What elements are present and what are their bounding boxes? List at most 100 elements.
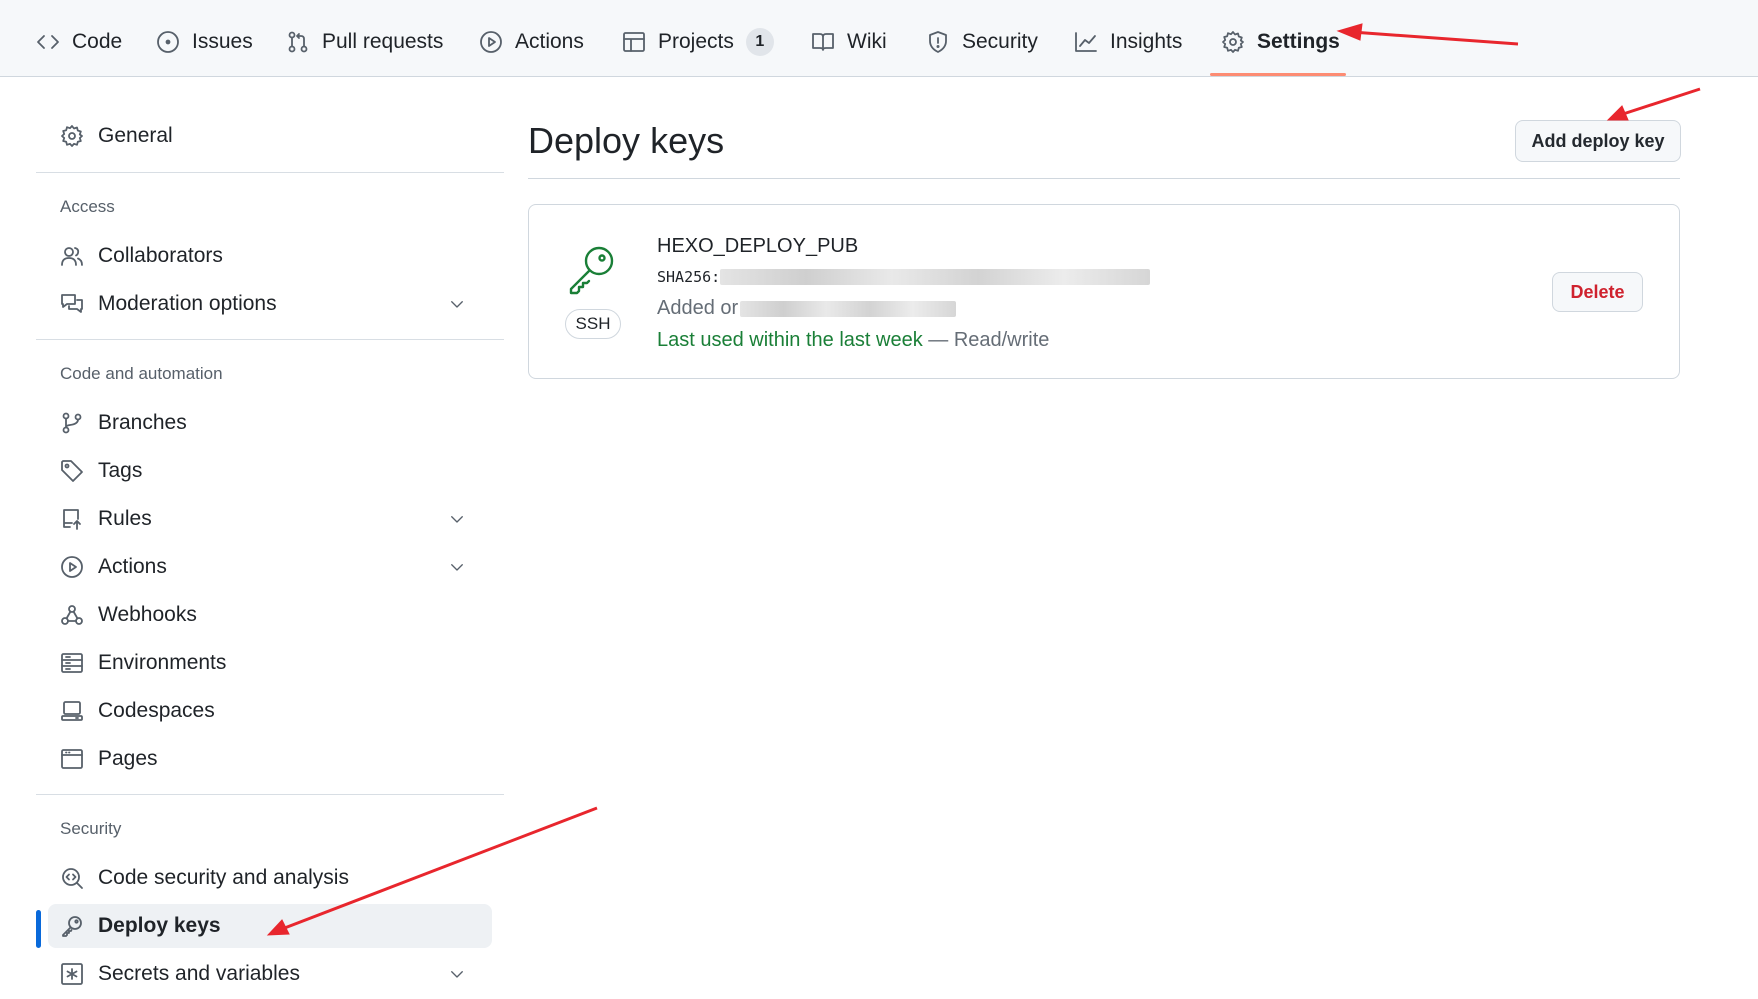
- sidebar-item-collaborators[interactable]: Collaborators: [36, 234, 492, 278]
- tag-icon: [61, 460, 83, 482]
- last-used-text: Last used within the last week: [657, 329, 923, 351]
- tab-settings[interactable]: Settings: [1221, 22, 1340, 62]
- tab-label: Issues: [192, 30, 253, 53]
- git-pull-request-icon: [288, 31, 308, 53]
- redacted-fingerprint: [720, 269, 1151, 285]
- key-fingerprint: SHA256:: [657, 268, 1151, 286]
- tab-wiki[interactable]: Wiki: [811, 22, 887, 62]
- sidebar-item-label: Code security and analysis: [98, 866, 349, 889]
- issue-opened-icon: [157, 31, 179, 53]
- fingerprint-label: SHA256:: [657, 268, 721, 286]
- tab-code[interactable]: Code: [36, 22, 122, 62]
- repo-push-icon: [63, 509, 81, 530]
- sidebar-item-moderation-options[interactable]: Moderation options: [36, 282, 492, 326]
- sidebar-item-code-security[interactable]: Code security and analysis: [36, 856, 492, 900]
- key-icon: [62, 916, 82, 937]
- sidebar-item-label: Environments: [98, 651, 227, 674]
- key-usage-info: Last used within the last week — Read/wr…: [657, 329, 1049, 352]
- selected-indicator: [36, 910, 41, 948]
- sidebar-divider: [36, 339, 504, 340]
- sidebar-heading-access: Access: [60, 197, 115, 216]
- key-type-badge: SSH: [565, 309, 621, 339]
- chevron-down-icon[interactable]: [448, 295, 466, 313]
- add-deploy-key-button[interactable]: Add deploy key: [1515, 120, 1681, 162]
- tab-actions[interactable]: Actions: [479, 22, 584, 62]
- delete-key-button[interactable]: Delete: [1552, 272, 1643, 312]
- sidebar-item-branches[interactable]: Branches: [36, 401, 492, 445]
- sidebar-item-general[interactable]: General: [36, 114, 492, 158]
- sidebar-item-label: Webhooks: [98, 603, 197, 626]
- redacted-added-info: [740, 300, 957, 317]
- key-added-info: Added or: [657, 297, 957, 320]
- sidebar-item-actions[interactable]: Actions: [36, 545, 492, 589]
- codescan-icon: [62, 868, 83, 889]
- access-level-text: — Read/write: [922, 329, 1050, 351]
- page-title: Deploy keys: [528, 120, 725, 161]
- sidebar-item-label: Codespaces: [98, 699, 215, 722]
- tab-projects[interactable]: Projects 1: [622, 22, 774, 62]
- sidebar-item-label: Actions: [98, 555, 167, 578]
- tab-issues[interactable]: Issues: [156, 22, 253, 62]
- sidebar-item-label: General: [98, 124, 173, 147]
- tab-security[interactable]: Security: [926, 22, 1038, 62]
- codespaces-icon: [61, 701, 83, 721]
- tab-label: Actions: [515, 30, 584, 53]
- arrow-add-deploy-key: [1606, 87, 1701, 121]
- tab-label: Pull requests: [322, 30, 444, 53]
- key-icon: [565, 241, 621, 297]
- sidebar-divider: [36, 794, 504, 795]
- sidebar-item-label: Deploy keys: [98, 914, 221, 937]
- sidebar-item-codespaces[interactable]: Codespaces: [36, 689, 492, 733]
- people-icon: [61, 247, 83, 266]
- sidebar-item-webhooks[interactable]: Webhooks: [36, 593, 492, 637]
- tab-label: Code: [72, 30, 123, 53]
- sidebar-divider: [36, 172, 504, 173]
- webhook-icon: [61, 605, 83, 625]
- key-asterisk-icon: [61, 963, 83, 985]
- sidebar-heading-code-automation: Code and automation: [60, 364, 223, 383]
- active-tab-underline: [1210, 73, 1346, 76]
- sidebar-item-label: Tags: [98, 459, 143, 482]
- sidebar-item-deploy-keys[interactable]: Deploy keys: [48, 904, 492, 948]
- sidebar-item-secrets-variables[interactable]: Secrets and variables: [36, 952, 492, 996]
- sidebar-item-environments[interactable]: Environments: [36, 641, 492, 685]
- gear-icon: [61, 125, 83, 147]
- tab-label: Insights: [1110, 30, 1183, 53]
- sidebar-item-label: Collaborators: [98, 244, 223, 267]
- table-icon: [623, 32, 645, 52]
- browser-icon: [61, 749, 83, 769]
- chevron-down-icon[interactable]: [448, 965, 466, 983]
- sidebar-item-pages[interactable]: Pages: [36, 737, 492, 781]
- sidebar-item-label: Pages: [98, 747, 158, 770]
- play-icon: [480, 31, 502, 53]
- repo-nav-bar: Code Issues Pull requests Actions Projec…: [0, 0, 1758, 77]
- graph-icon: [1075, 32, 1097, 52]
- sidebar-item-label: Branches: [98, 411, 187, 434]
- code-icon: [37, 35, 59, 49]
- book-icon: [812, 33, 834, 51]
- tab-label: Projects: [658, 30, 734, 53]
- sidebar-item-tags[interactable]: Tags: [36, 449, 492, 493]
- play-icon: [61, 556, 83, 578]
- sidebar-item-rules[interactable]: Rules: [36, 497, 492, 541]
- tab-label: Settings: [1257, 30, 1340, 53]
- tab-insights[interactable]: Insights: [1074, 22, 1182, 62]
- sidebar-heading-security: Security: [60, 819, 122, 838]
- key-title: HEXO_DEPLOY_PUB: [657, 235, 859, 257]
- tab-label: Security: [962, 30, 1038, 53]
- tab-label: Wiki: [847, 30, 887, 53]
- tab-pull-requests[interactable]: Pull requests: [286, 22, 443, 62]
- server-icon: [61, 653, 83, 673]
- sidebar-item-label: Rules: [98, 507, 152, 530]
- chevron-down-icon[interactable]: [448, 558, 466, 576]
- git-branch-icon: [62, 412, 82, 434]
- chevron-down-icon[interactable]: [448, 510, 466, 528]
- projects-counter-badge: 1: [745, 28, 774, 56]
- shield-icon: [929, 31, 947, 53]
- gear-icon: [1222, 31, 1244, 53]
- sidebar-item-label: Secrets and variables: [98, 962, 300, 985]
- sidebar-item-label: Moderation options: [98, 292, 277, 315]
- deploy-key-item: SSH HEXO_DEPLOY_PUB SHA256: Added or Las…: [528, 204, 1680, 379]
- added-label: Added or: [657, 297, 739, 319]
- title-divider: [528, 178, 1680, 179]
